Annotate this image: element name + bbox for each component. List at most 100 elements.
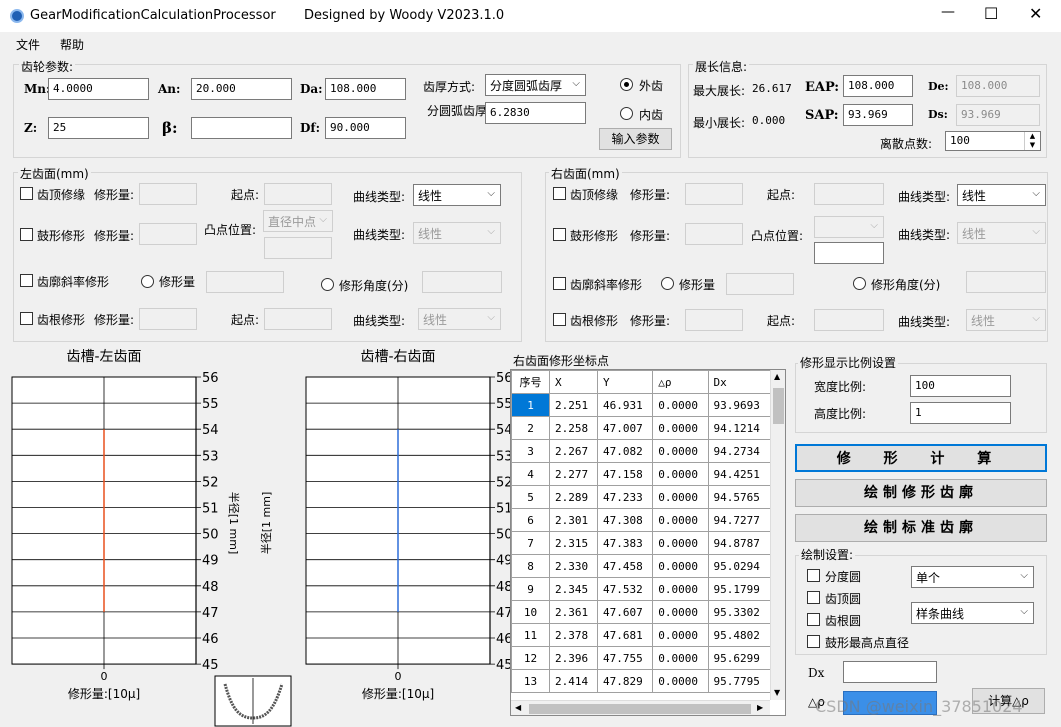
input-params-button[interactable]: 输入参数 xyxy=(599,128,672,150)
table-cell[interactable]: 0.0000 xyxy=(652,669,709,693)
right-slope-checkbox[interactable] xyxy=(553,277,566,290)
table-cell[interactable]: 2.258 xyxy=(548,416,599,440)
right-crown-pos-select[interactable]: ⌵ xyxy=(814,216,884,238)
table-row[interactable]: 4 2.277 47.158 0.0000 94.4251 xyxy=(511,462,772,486)
right-crowning-checkbox[interactable] xyxy=(553,228,566,241)
scroll-left-icon[interactable]: ◀ xyxy=(515,703,521,712)
arc-thickness-input[interactable]: 6.2830 xyxy=(485,102,586,124)
da-input[interactable]: 108.000 xyxy=(325,78,406,100)
menu-help[interactable]: 帮助 xyxy=(60,36,84,53)
row-header-cell[interactable]: 6 xyxy=(511,508,550,532)
minimize-icon[interactable]: — xyxy=(941,4,955,20)
left-slope-amount-radio[interactable] xyxy=(141,275,154,288)
z-input[interactable]: 25 xyxy=(48,117,149,139)
table-cell[interactable]: 47.681 xyxy=(597,623,654,647)
row-header-cell[interactable]: 11 xyxy=(511,623,550,647)
right-tip-start-input[interactable] xyxy=(814,183,884,205)
right-tip-relief-checkbox[interactable] xyxy=(553,187,566,200)
left-crown-pos-select[interactable]: 直径中点 ⌵ xyxy=(263,210,333,232)
row-header-cell[interactable]: 12 xyxy=(511,646,550,670)
right-root-start-input[interactable] xyxy=(814,309,884,331)
coords-header-cell[interactable]: Dx xyxy=(707,370,772,394)
row-header-cell[interactable]: 5 xyxy=(511,485,550,509)
table-cell[interactable]: 47.829 xyxy=(597,669,654,693)
table-cell[interactable]: 95.0294 xyxy=(707,554,772,578)
close-icon[interactable]: ✕ xyxy=(1029,4,1042,23)
table-cell[interactable]: 47.532 xyxy=(597,577,654,601)
sap-input[interactable]: 93.969 xyxy=(843,104,913,126)
table-cell[interactable]: 0.0000 xyxy=(652,646,709,670)
table-row[interactable]: 3 2.267 47.082 0.0000 94.2734 xyxy=(511,439,772,463)
table-cell[interactable]: 46.931 xyxy=(597,393,654,417)
scroll-hthumb[interactable] xyxy=(529,704,751,714)
table-cell[interactable]: 95.1799 xyxy=(707,577,772,601)
beta-input[interactable] xyxy=(191,117,292,139)
table-cell[interactable]: 2.289 xyxy=(548,485,599,509)
row-header-cell[interactable]: 13 xyxy=(511,669,550,693)
table-cell[interactable]: 94.2734 xyxy=(707,439,772,463)
draw-modified-profile-button[interactable]: 绘制修形齿廓 xyxy=(795,479,1047,507)
left-slope-angle-radio[interactable] xyxy=(321,278,334,291)
de-input[interactable]: 108.000 xyxy=(956,75,1040,97)
right-tip-amount-input[interactable] xyxy=(685,183,743,205)
table-row[interactable]: 10 2.361 47.607 0.0000 95.3302 xyxy=(511,600,772,624)
table-cell[interactable]: 0.0000 xyxy=(652,416,709,440)
height-scale-input[interactable]: 1 xyxy=(910,402,1011,424)
calc-modification-button[interactable]: 修 形 计 算 xyxy=(795,444,1047,472)
table-cell[interactable]: 0.0000 xyxy=(652,485,709,509)
table-cell[interactable]: 2.361 xyxy=(548,600,599,624)
table-cell[interactable]: 95.7795 xyxy=(707,669,772,693)
table-cell[interactable]: 2.277 xyxy=(548,462,599,486)
right-crown-curve-select[interactable]: 线性 ⌵ xyxy=(957,222,1046,244)
table-cell[interactable]: 2.414 xyxy=(548,669,599,693)
table-row[interactable]: 5 2.289 47.233 0.0000 94.5765 xyxy=(511,485,772,509)
row-header-cell[interactable]: 8 xyxy=(511,554,550,578)
right-slope-amount-input[interactable] xyxy=(726,273,794,295)
df-input[interactable]: 90.000 xyxy=(325,117,406,139)
left-slope-amount-input[interactable] xyxy=(206,271,284,293)
table-row[interactable]: 12 2.396 47.755 0.0000 95.6299 xyxy=(511,646,772,670)
right-slope-angle-input[interactable] xyxy=(966,271,1046,293)
stepper-arrows[interactable]: ▲ ▼ xyxy=(1024,132,1040,150)
eap-input[interactable]: 108.000 xyxy=(843,75,913,97)
table-cell[interactable]: 95.6299 xyxy=(707,646,772,670)
left-tip-start-input[interactable] xyxy=(264,183,332,205)
left-tip-relief-checkbox[interactable] xyxy=(20,187,33,200)
row-header-cell[interactable]: 3 xyxy=(511,439,550,463)
left-root-start-input[interactable] xyxy=(264,308,332,330)
left-tip-curve-select[interactable]: 线性 ⌵ xyxy=(413,184,501,206)
table-row[interactable]: 9 2.345 47.532 0.0000 95.1799 xyxy=(511,577,772,601)
right-root-curve-select[interactable]: 线性 ⌵ xyxy=(966,309,1046,331)
table-cell[interactable]: 0.0000 xyxy=(652,393,709,417)
left-crowning-checkbox[interactable] xyxy=(20,228,33,241)
horizontal-scrollbar[interactable]: ◀ ▶ xyxy=(511,700,770,715)
width-scale-input[interactable]: 100 xyxy=(910,375,1011,397)
draw-mode-select[interactable]: 单个 ⌵ xyxy=(911,566,1034,588)
thickness-mode-select[interactable]: 分度圆弧齿厚 ⌵ xyxy=(485,74,586,96)
right-slope-angle-radio[interactable] xyxy=(853,277,866,290)
table-cell[interactable]: 0.0000 xyxy=(652,577,709,601)
table-row[interactable]: 7 2.315 47.383 0.0000 94.8787 xyxy=(511,531,772,555)
table-row[interactable]: 1 2.251 46.931 0.0000 93.9693 xyxy=(511,393,772,417)
table-cell[interactable]: 2.301 xyxy=(548,508,599,532)
table-row[interactable]: 8 2.330 47.458 0.0000 95.0294 xyxy=(511,554,772,578)
left-crown-pos-input[interactable] xyxy=(264,237,332,259)
draw-curve-select[interactable]: 样条曲线 ⌵ xyxy=(911,602,1034,624)
table-cell[interactable]: 2.330 xyxy=(548,554,599,578)
draw-standard-profile-button[interactable]: 绘制标准齿廓 xyxy=(795,514,1047,542)
table-row[interactable]: 11 2.378 47.681 0.0000 95.4802 xyxy=(511,623,772,647)
table-cell[interactable]: 0.0000 xyxy=(652,554,709,578)
coords-header-cell[interactable]: X xyxy=(548,370,599,394)
right-root-amount-input[interactable] xyxy=(685,309,743,331)
coords-header-cell[interactable]: △ρ xyxy=(652,370,709,394)
right-crown-pos-input[interactable] xyxy=(814,242,884,264)
table-cell[interactable]: 94.8787 xyxy=(707,531,772,555)
ds-input[interactable]: 93.969 xyxy=(956,104,1040,126)
row-header-cell[interactable]: 10 xyxy=(511,600,550,624)
table-cell[interactable]: 2.396 xyxy=(548,646,599,670)
table-row[interactable]: 13 2.414 47.829 0.0000 95.7795 xyxy=(511,669,772,693)
table-cell[interactable]: 47.308 xyxy=(597,508,654,532)
table-cell[interactable]: 0.0000 xyxy=(652,508,709,532)
scroll-down-icon[interactable]: ▼ xyxy=(774,688,780,697)
internal-radio[interactable] xyxy=(620,107,633,120)
